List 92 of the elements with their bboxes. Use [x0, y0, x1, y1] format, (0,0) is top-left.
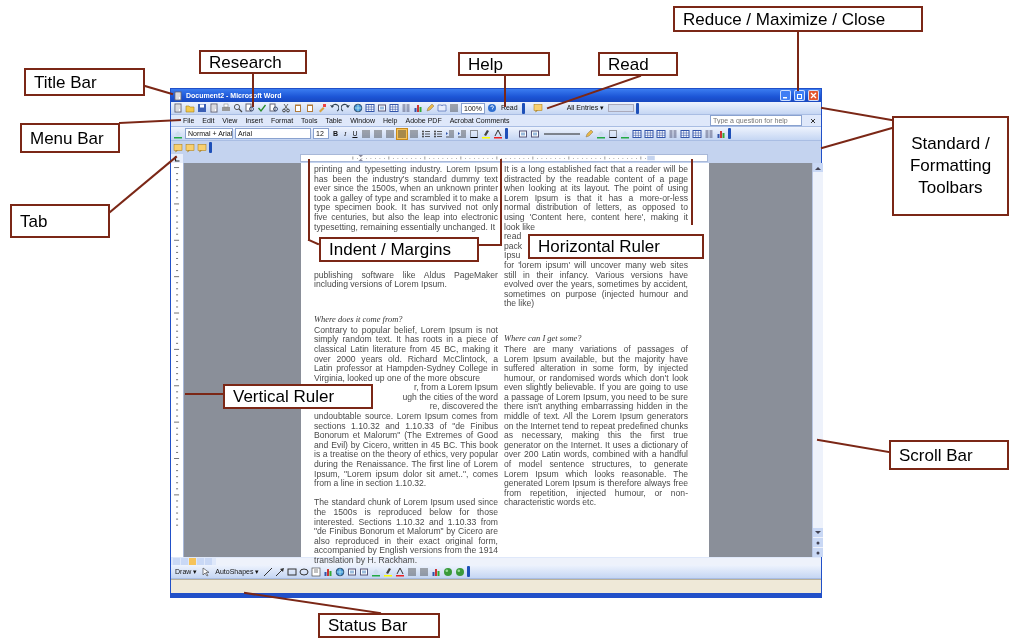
callout-label: Status Bar — [318, 613, 440, 638]
scroll-bar[interactable] — [812, 163, 823, 557]
table-icon[interactable] — [389, 103, 399, 113]
cursor-icon[interactable] — [201, 566, 212, 577]
leader-line — [185, 393, 223, 395]
callout-label: Research — [199, 50, 307, 74]
chart-icon[interactable] — [431, 566, 442, 577]
text-fragment: pack — [504, 241, 523, 252]
paragraph: The standard chunk of Lorem Ipsum used since the 1500s is reproduced below for those interested. Sections 1.10.32 and 1.10.33 from "de Finibus Bonorum et Malorum" by Cicero are also reproduced in their exact original form, accompanied by English versions from the 1914 translation by H. Rackham. — [314, 498, 498, 566]
paragraph: printing and typesetting industry. Lorem Ipsum has been the industry's standard dummy text ever since the 1500s, when an unknown printer took a galley of type and scrambled it to make a type specimen book. It has survived not only five centuries, but also the leap into electronic typesetting, remaining essentially unchanged. It — [314, 165, 498, 233]
globe-icon[interactable] — [335, 566, 346, 577]
list-icon[interactable] — [433, 128, 444, 139]
chart-icon[interactable] — [323, 566, 334, 577]
text-fragment: re, discovered the — [429, 402, 498, 412]
frame-icon[interactable] — [347, 566, 358, 577]
table-icon[interactable] — [656, 128, 667, 139]
list-icon[interactable] — [421, 128, 432, 139]
text-fragment: ugh the cities of the word — [402, 392, 498, 402]
frame-icon[interactable] — [530, 128, 541, 139]
text-fragment: Ipsu — [504, 251, 521, 261]
callout-label: Vertical Ruler — [223, 384, 373, 410]
paragraph: for 'lorem ipsum' will uncover many web sites still in their infancy. Various versions have evolved over the years, sometimes by accident, sometimes on purpose (injected humour and the like) — [504, 260, 688, 309]
callout-label: Menu Bar — [20, 123, 120, 153]
magnifier-icon[interactable] — [233, 103, 243, 113]
frame-icon[interactable] — [359, 566, 370, 577]
table-icon[interactable] — [644, 128, 655, 139]
horizontal-scroll-bar[interactable] — [216, 557, 821, 565]
document-icon — [173, 90, 183, 101]
leader-line — [119, 119, 181, 124]
table-icon[interactable] — [632, 128, 643, 139]
table-icon[interactable] — [692, 128, 703, 139]
horizontal-ruler[interactable] — [300, 154, 708, 162]
clipboard-icon[interactable] — [293, 103, 303, 113]
indent-icon[interactable] — [445, 128, 456, 139]
leader-line — [691, 159, 693, 225]
fontcolor-icon[interactable] — [395, 566, 406, 577]
paragraph: publishing software like Aldus PageMaker including versions of Lorem Ipsum. — [314, 270, 498, 290]
research-icon[interactable] — [269, 103, 279, 113]
rectangle-icon[interactable] — [287, 566, 298, 577]
leader-line — [821, 127, 893, 149]
tab-selector[interactable] — [171, 154, 183, 163]
section-heading: Where can I get some? — [504, 332, 583, 343]
fontcolor-icon[interactable] — [493, 128, 504, 139]
callout-label: Title Bar — [24, 68, 145, 96]
text-fragment: read — [504, 232, 522, 242]
callout-label: Read — [598, 52, 678, 76]
border-icon[interactable] — [608, 128, 619, 139]
paint-icon[interactable] — [173, 128, 183, 139]
leader-line — [797, 31, 799, 91]
research-icon[interactable] — [245, 103, 255, 113]
callout-label: Standard / Formatting Toolbars — [892, 116, 1009, 216]
globe-icon[interactable] — [353, 103, 363, 113]
table-icon[interactable] — [365, 103, 375, 113]
chart-icon[interactable] — [716, 128, 727, 139]
leader-line — [252, 73, 254, 107]
check-icon[interactable] — [257, 103, 267, 113]
callout-label: Reduce / Maximize / Close — [673, 6, 923, 32]
clipboard-icon[interactable] — [305, 103, 315, 113]
section-heading: Where does it come from? — [314, 313, 404, 324]
document-icon[interactable] — [173, 103, 183, 113]
callout-label: Indent / Margins — [319, 237, 479, 263]
undo-icon[interactable] — [329, 103, 339, 113]
review-icon[interactable] — [532, 103, 543, 113]
chart-icon[interactable] — [413, 103, 423, 113]
highlighter-icon[interactable] — [383, 566, 394, 577]
highlighter-icon[interactable] — [481, 128, 492, 139]
help-icon[interactable] — [486, 103, 497, 113]
callout-label: Help — [458, 52, 550, 76]
document-icon[interactable] — [209, 103, 219, 113]
text-fragment: r, from a Lorem Ipsum — [413, 383, 498, 393]
table-icon[interactable] — [680, 128, 691, 139]
frame-icon[interactable] — [377, 103, 387, 113]
oval-icon[interactable] — [299, 566, 310, 577]
paragraph: There are many variations of passages of Lorem Ipsum available, but the majority have suffered alteration in some form, by injected humour, or randomised words which don't look even slightly believable. If you are going to use a passage of Lorem Ipsum, you need to be sure there isn't anything embarrassing hidden in the middle of text. All the Lorem Ipsum generators on the Internet tend to repeat predefined chunks as necessary, making this the first true generator on the Internet. It uses a dictionary of over 200 Latin words, combined with a handful of model sentence structures, to generate Lorem Ipsum which looks reasonable. The generated Lorem Ipsum is therefore always free from repetition, injected humour, or non-characteristic words etc. — [504, 344, 688, 508]
callout-label: Scroll Bar — [889, 440, 1009, 470]
close-icon[interactable] — [810, 117, 816, 124]
leader-line — [504, 75, 506, 107]
callout-label: Horizontal Ruler — [528, 234, 704, 260]
line-icon[interactable] — [263, 566, 274, 577]
sphere-icon[interactable] — [455, 566, 466, 577]
frame-icon[interactable] — [518, 128, 529, 139]
leader-line — [109, 156, 177, 213]
leader-line — [144, 85, 173, 95]
arrow-icon[interactable] — [275, 566, 286, 577]
redo-icon[interactable] — [341, 103, 351, 113]
sphere-icon[interactable] — [443, 566, 454, 577]
line-style-icon[interactable] — [542, 130, 583, 137]
border-icon[interactable] — [469, 128, 480, 139]
callout-label: Tab — [10, 204, 110, 238]
leader-line — [821, 107, 893, 121]
paragraph: undoubtable source. Lorem Ipsum comes from sections 1.10.32 and 1.10.33 of "de Finibus Bonorum et Malorum" (The Extremes of Good and Evil) by Cicero, written in 45 BC. This book is a treatise on the theory of ethics, very popular during the Renaissance. The first line of Lorem Ipsum, "Lorem ipsum dolor sit amet..", comes from a line in section 1.10.32. — [314, 412, 498, 489]
scissors-icon[interactable] — [281, 103, 291, 113]
